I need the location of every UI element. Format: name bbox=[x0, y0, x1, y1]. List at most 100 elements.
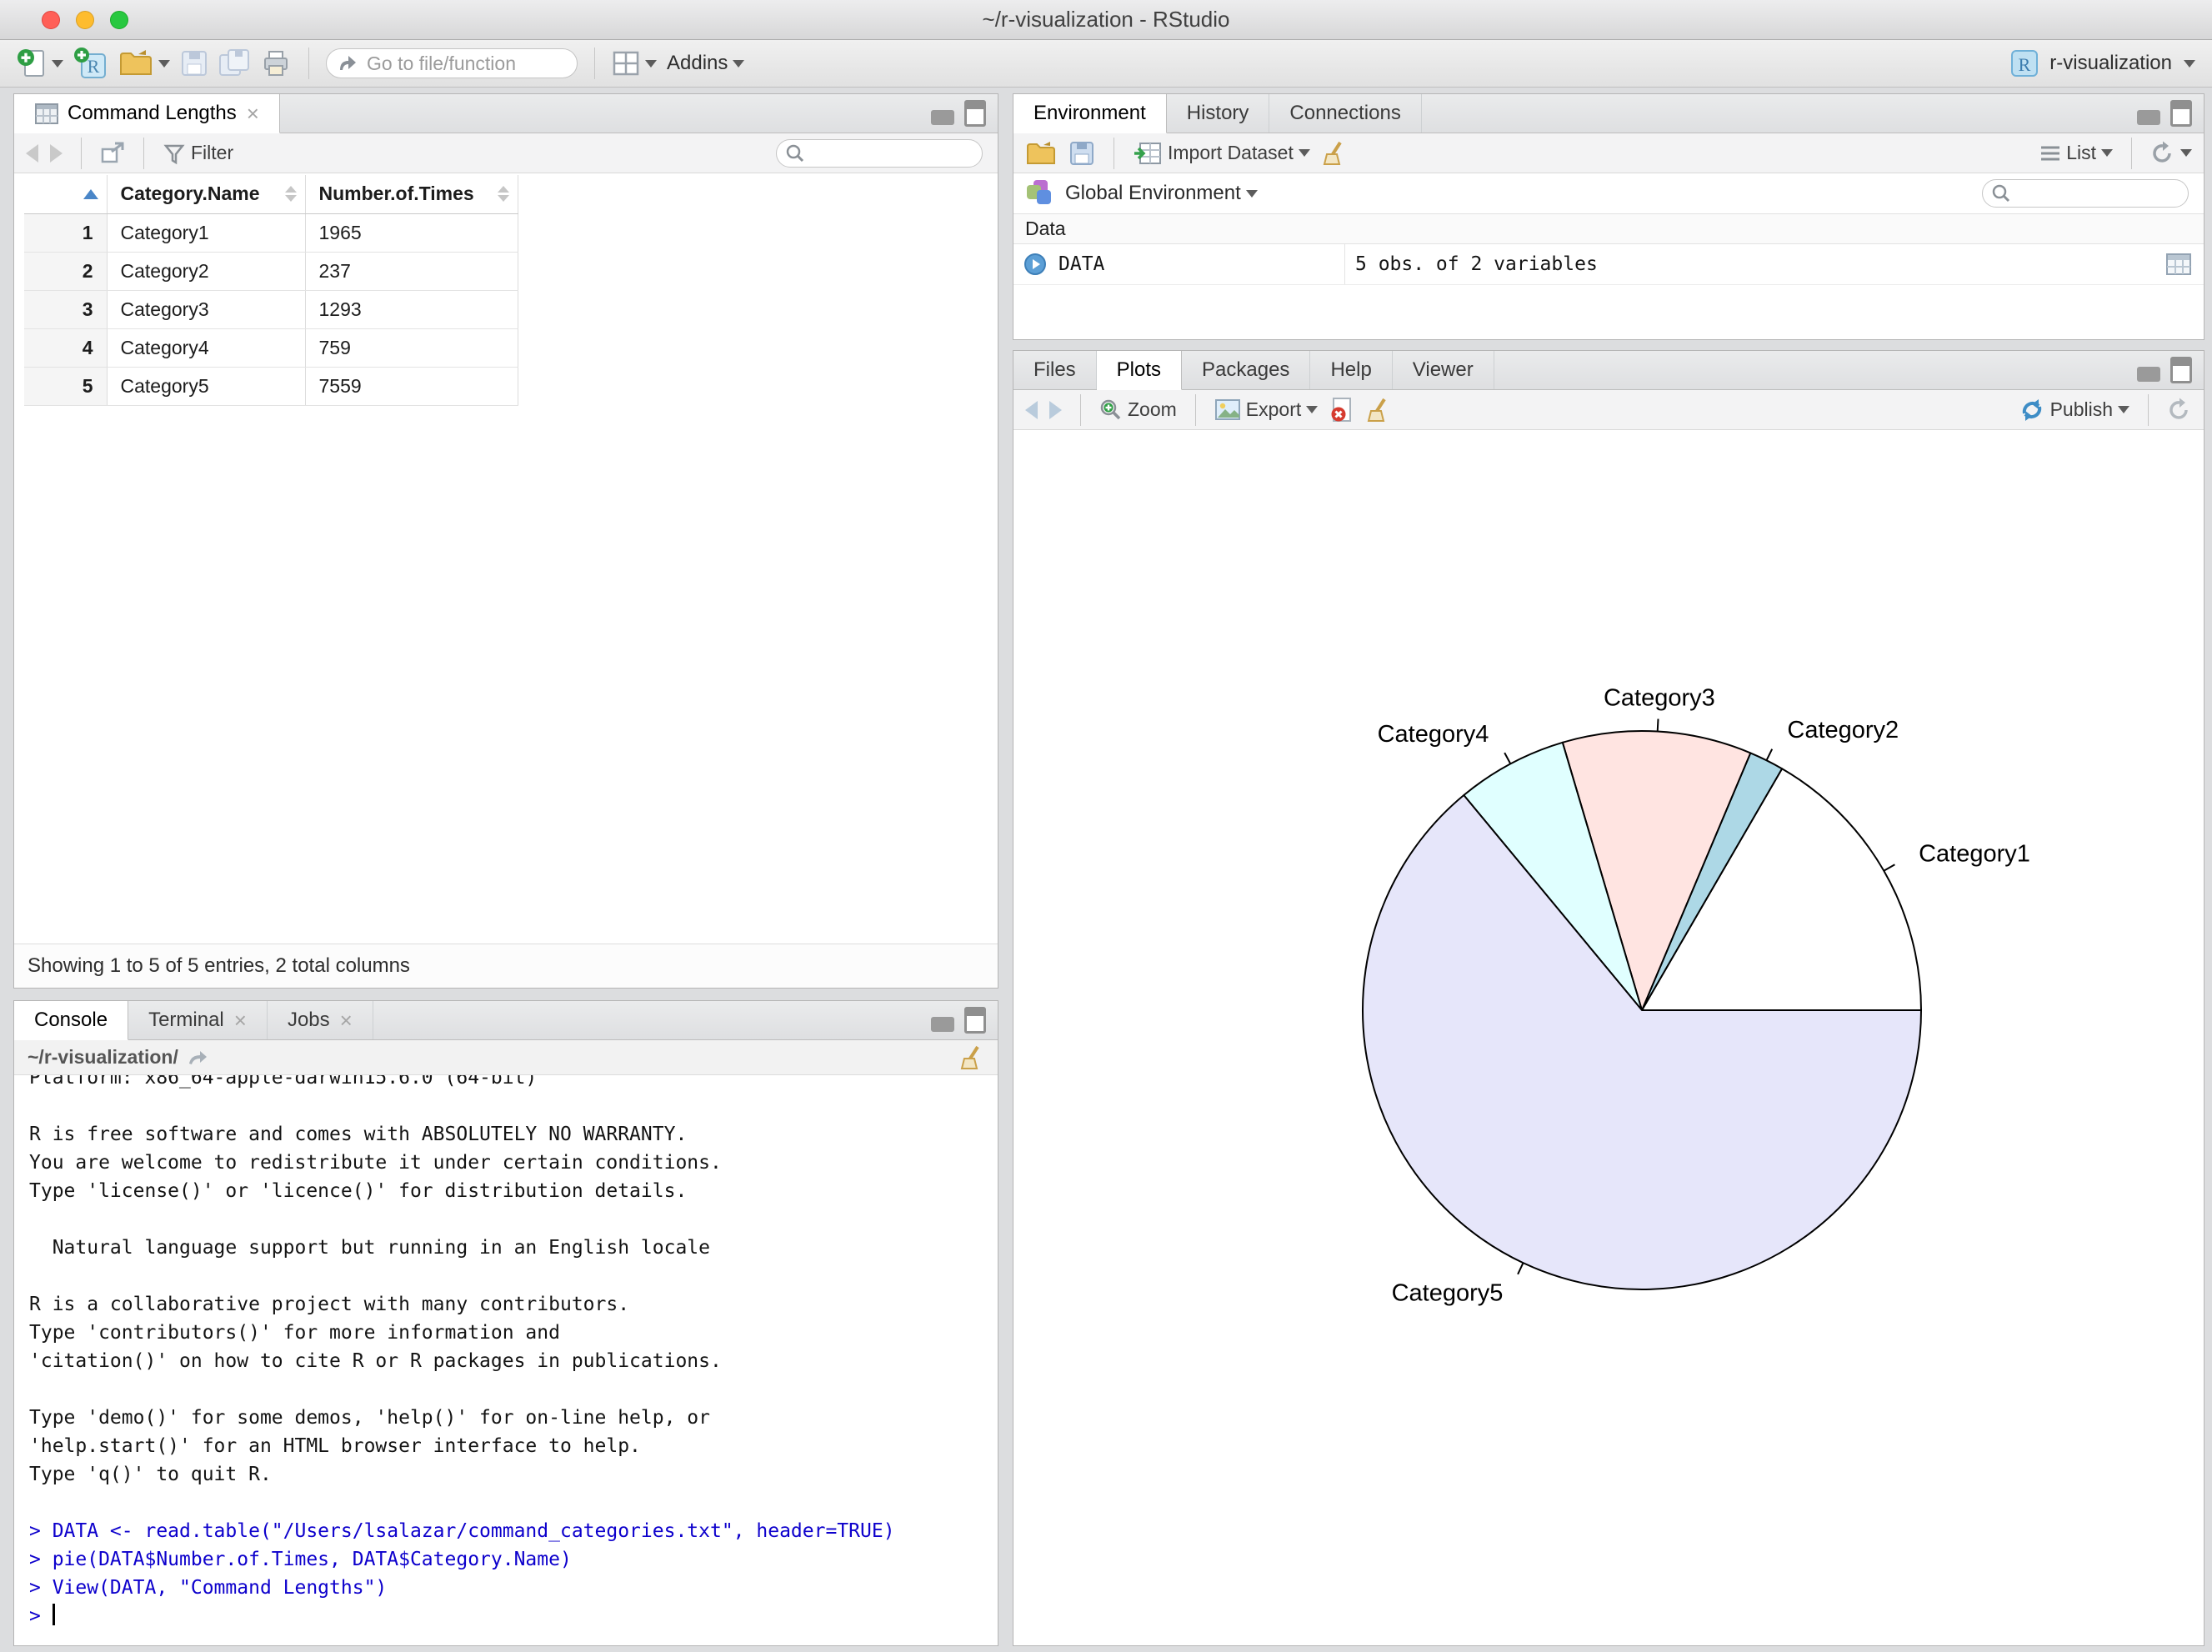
goto-file-input[interactable] bbox=[367, 52, 613, 75]
pie-chart: Category1 Category2 Category3 Category4 Cate… bbox=[1362, 684, 2030, 1307]
pie-label-tick bbox=[1517, 1262, 1524, 1275]
maximize-pane-icon[interactable] bbox=[964, 1007, 986, 1034]
maximize-pane-icon[interactable] bbox=[2170, 100, 2192, 127]
pie-label: Category1 bbox=[1919, 841, 2030, 868]
back-icon[interactable] bbox=[26, 143, 38, 163]
load-workspace-folder-icon[interactable] bbox=[1025, 140, 1057, 167]
export-plot-button[interactable]: Export bbox=[1214, 398, 1319, 421]
publish-button[interactable]: Publish bbox=[2019, 398, 2129, 423]
tab-jobs[interactable]: Jobs × bbox=[268, 1001, 373, 1039]
new-file-button[interactable] bbox=[17, 47, 63, 80]
previous-plot-icon[interactable] bbox=[1025, 400, 1038, 419]
minimize-pane-icon[interactable] bbox=[931, 110, 954, 125]
console-output-line: Natural language support but running in … bbox=[29, 1237, 710, 1259]
minimize-pane-icon[interactable] bbox=[931, 1017, 954, 1032]
pane-window-buttons bbox=[931, 94, 998, 133]
console-command-line: > View(DATA, "Command Lengths") bbox=[29, 1577, 388, 1599]
save-all-button[interactable] bbox=[218, 48, 250, 78]
project-menu[interactable]: R r-visualization bbox=[2009, 48, 2195, 78]
clear-console-broom-icon[interactable] bbox=[959, 1044, 984, 1071]
clear-all-plots-broom-icon[interactable] bbox=[1366, 397, 1391, 423]
working-directory-label: ~/r-visualization/ bbox=[28, 1046, 178, 1068]
tab-plots[interactable]: Plots bbox=[1096, 351, 1183, 390]
console-prompt-line[interactable]: > bbox=[29, 1602, 983, 1630]
remove-plot-icon[interactable] bbox=[1329, 397, 1354, 423]
zoom-magnifier-icon bbox=[1099, 398, 1123, 422]
environment-search-box[interactable] bbox=[1982, 179, 2189, 208]
refresh-plot-icon[interactable] bbox=[2167, 398, 2192, 423]
zoom-plot-button[interactable]: Zoom bbox=[1099, 398, 1177, 422]
environment-search-input[interactable] bbox=[2018, 183, 2179, 204]
import-dataset-label: Import Dataset bbox=[1168, 142, 1294, 163]
tab-connections[interactable]: Connections bbox=[1269, 94, 1422, 133]
addins-label: Addins bbox=[667, 52, 728, 74]
save-button[interactable] bbox=[180, 49, 208, 78]
console-command-line: > pie(DATA$Number.of.Times, DATA$Categor… bbox=[29, 1549, 572, 1570]
tab-history[interactable]: History bbox=[1167, 94, 1270, 133]
table-header-row: Category.Name Number.of.Times bbox=[24, 175, 518, 214]
tab-command-lengths[interactable]: Command Lengths × bbox=[14, 94, 280, 133]
zoom-window-button[interactable] bbox=[110, 11, 128, 29]
console-output-line: Type 'license()' or 'licence()' for dist… bbox=[29, 1180, 688, 1202]
maximize-pane-icon[interactable] bbox=[964, 100, 986, 127]
close-icon[interactable]: × bbox=[247, 103, 259, 124]
environment-section-header: Data bbox=[1013, 213, 2204, 244]
list-view-button[interactable]: List bbox=[2039, 142, 2113, 164]
console-output-line: Type 'q()' to quit R. bbox=[29, 1464, 272, 1485]
data-viewer-search-box[interactable] bbox=[776, 138, 983, 168]
table-row[interactable]: 3 Category3 1293 bbox=[24, 290, 518, 329]
tab-label: Viewer bbox=[1412, 358, 1474, 381]
save-all-icon bbox=[218, 48, 250, 78]
console-output-line: Type 'contributors()' for more informati… bbox=[29, 1322, 560, 1344]
row-number-cell: 3 bbox=[24, 290, 108, 329]
tab-help[interactable]: Help bbox=[1310, 351, 1393, 389]
chevron-down-icon bbox=[158, 59, 170, 68]
close-window-button[interactable] bbox=[42, 11, 60, 29]
addins-menu[interactable]: Addins bbox=[667, 52, 745, 75]
clear-environment-broom-icon[interactable] bbox=[1322, 140, 1347, 167]
close-icon[interactable]: × bbox=[234, 1009, 247, 1031]
tab-viewer[interactable]: Viewer bbox=[1393, 351, 1494, 389]
column-header-category-name[interactable]: Category.Name bbox=[107, 175, 306, 214]
next-plot-icon[interactable] bbox=[1049, 400, 1062, 419]
toolbar-separator bbox=[81, 137, 82, 169]
console-output[interactable]: Platform: x86_64-apple-darwin15.6.0 (64-… bbox=[14, 1075, 998, 1645]
expand-object-play-icon[interactable] bbox=[1023, 253, 1047, 276]
forward-icon[interactable] bbox=[50, 143, 63, 163]
tab-console[interactable]: Console bbox=[14, 1001, 129, 1040]
popout-window-icon[interactable] bbox=[100, 142, 125, 165]
refresh-environment-button[interactable] bbox=[2150, 141, 2192, 166]
open-file-button[interactable] bbox=[118, 48, 170, 78]
pane-layout-button[interactable] bbox=[612, 50, 657, 77]
data-viewer-search-input[interactable] bbox=[812, 142, 973, 164]
sort-icons bbox=[491, 186, 509, 203]
goto-file-box[interactable] bbox=[326, 48, 613, 78]
minimize-pane-icon[interactable] bbox=[2137, 367, 2160, 382]
tab-environment[interactable]: Environment bbox=[1013, 94, 1167, 133]
minimize-window-button[interactable] bbox=[76, 11, 94, 29]
table-row[interactable]: 2 Category2 237 bbox=[24, 252, 518, 291]
table-row[interactable]: 5 Category5 7559 bbox=[24, 367, 518, 406]
window-title: ~/r-visualization - RStudio bbox=[982, 7, 1230, 32]
environment-object-row[interactable]: DATA 5 obs. of 2 variables bbox=[1013, 244, 2204, 285]
save-workspace-icon[interactable] bbox=[1068, 140, 1095, 167]
pie-label: Category4 bbox=[1378, 721, 1489, 748]
table-row[interactable]: 4 Category4 759 bbox=[24, 328, 518, 368]
row-number-header[interactable] bbox=[24, 175, 108, 214]
environment-scope-selector[interactable]: Global Environment bbox=[1065, 182, 1258, 205]
column-header-number-of-times[interactable]: Number.of.Times bbox=[305, 175, 518, 214]
table-row[interactable]: 1 Category1 1965 bbox=[24, 213, 518, 253]
popout-arrow-icon[interactable] bbox=[187, 1049, 208, 1067]
filter-button[interactable]: Filter bbox=[163, 142, 233, 165]
print-button[interactable] bbox=[260, 48, 292, 78]
maximize-pane-icon[interactable] bbox=[2170, 357, 2192, 383]
tab-terminal[interactable]: Terminal × bbox=[128, 1001, 268, 1039]
tab-files[interactable]: Files bbox=[1013, 351, 1097, 389]
new-project-button[interactable]: R bbox=[73, 46, 108, 81]
view-data-grid-icon[interactable] bbox=[2165, 253, 2192, 276]
import-dataset-button[interactable]: Import Dataset bbox=[1133, 140, 1310, 167]
tab-packages[interactable]: Packages bbox=[1182, 351, 1311, 389]
global-environment-cubes-icon bbox=[1025, 178, 1055, 208]
close-icon[interactable]: × bbox=[340, 1009, 353, 1031]
minimize-pane-icon[interactable] bbox=[2137, 110, 2160, 125]
